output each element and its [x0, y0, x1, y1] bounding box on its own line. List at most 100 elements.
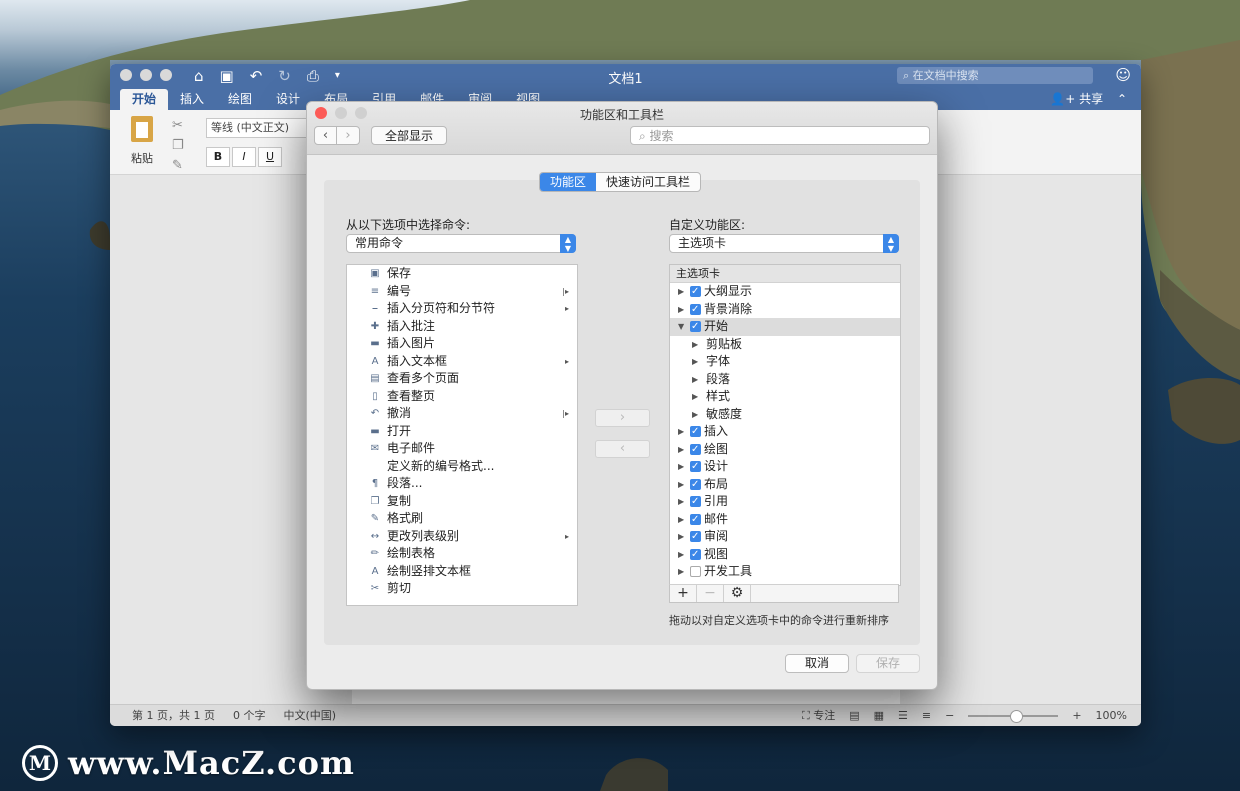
tree-tab-item[interactable]: ▶ 引用 [670, 493, 900, 511]
tree-tab-item[interactable]: ▶ 布局 [670, 476, 900, 494]
paste-button[interactable]: 粘贴 [122, 116, 162, 166]
disclosure-collapsed-icon[interactable]: ▶ [678, 423, 684, 441]
zoom-slider[interactable] [968, 709, 1059, 723]
copy-icon[interactable]: ❐ [172, 136, 184, 156]
disclosure-collapsed-icon[interactable]: ▶ [692, 336, 698, 354]
tab-checkbox[interactable] [690, 318, 701, 336]
tree-tab-item[interactable]: ▶ 背景消除 [670, 301, 900, 319]
tree-tab-item[interactable]: ▶ 设计 [670, 458, 900, 476]
disclosure-collapsed-icon[interactable]: ▶ [678, 493, 684, 511]
tree-group-item[interactable]: ▶ 敏感度 [670, 406, 900, 424]
command-item[interactable]: ▬ 插入图片 [347, 335, 577, 353]
command-item[interactable]: ↶ 撤消 |▸ [347, 405, 577, 423]
tab-home[interactable]: 开始 [120, 89, 169, 110]
save-button[interactable]: 保存 [856, 654, 920, 673]
remove-command-button[interactable]: ‹ [595, 440, 650, 458]
focus-button[interactable]: ⛶ 专注 [802, 705, 835, 726]
disclosure-collapsed-icon[interactable]: ▶ [678, 528, 684, 546]
command-item[interactable]: ¶ 段落... [347, 475, 577, 493]
outline-view-icon[interactable]: ☰ [898, 705, 908, 726]
tab-draw[interactable]: 绘图 [216, 89, 264, 110]
zoom-level[interactable]: 100% [1096, 705, 1127, 726]
zoom-slider-handle[interactable] [1010, 709, 1024, 723]
disclosure-collapsed-icon[interactable]: ▶ [692, 371, 698, 389]
command-item[interactable]: ▬ 打开 [347, 423, 577, 441]
ribbon-tree[interactable]: 主选项卡 ▶ 大纲显示 ▶ 背景消除 ▼ 开始 ▶ 剪贴板 ▶ 字体 ▶ 段落 ▶ 样式 ▶ 敏感度 ▶ 插入 ▶ 绘… [669, 264, 901, 586]
print-layout-icon[interactable]: ▤ [849, 705, 859, 726]
tab-quick-access-toolbar[interactable]: 快速访问工具栏 [596, 173, 700, 191]
web-layout-icon[interactable]: ▦ [874, 705, 884, 726]
draft-view-icon[interactable]: ≡ [922, 705, 931, 726]
command-item[interactable]: ✏ 绘制表格 [347, 545, 577, 563]
preferences-search-input[interactable]: ⌕ 搜索 [630, 126, 930, 145]
tree-tab-item[interactable]: ▶ 审阅 [670, 528, 900, 546]
command-item[interactable]: A 插入文本框 ▸ [347, 353, 577, 371]
tab-checkbox[interactable] [690, 511, 701, 528]
disclosure-expanded-icon[interactable]: ▼ [678, 318, 684, 336]
tab-design[interactable]: 设计 [264, 89, 312, 110]
command-item[interactable]: 定义新的编号格式... [347, 458, 577, 476]
tab-checkbox[interactable] [690, 441, 701, 458]
tree-tab-item[interactable]: ▶ 邮件 [670, 511, 900, 529]
add-tab-button[interactable]: + [670, 585, 697, 602]
share-button[interactable]: 👤+ 共享 ⌃ [1050, 89, 1127, 109]
tab-checkbox[interactable] [690, 528, 701, 546]
disclosure-collapsed-icon[interactable]: ▶ [692, 388, 698, 406]
collapse-ribbon-icon[interactable]: ⌃ [1117, 92, 1127, 106]
commands-source-select[interactable]: 常用命令 ▲ ▼ [346, 234, 576, 253]
format-painter-icon[interactable]: ✎ [172, 156, 184, 176]
disclosure-collapsed-icon[interactable]: ▶ [678, 546, 684, 564]
italic-button[interactable]: I [232, 147, 256, 167]
disclosure-collapsed-icon[interactable]: ▶ [692, 406, 698, 424]
command-item[interactable]: ✂ 剪切 [347, 580, 577, 598]
command-item[interactable]: ▤ 查看多个页面 [347, 370, 577, 388]
command-item[interactable]: A 绘制竖排文本框 [347, 563, 577, 581]
feedback-smiley-icon[interactable]: ☺ [1115, 66, 1131, 84]
command-item[interactable]: ❐ 复制 [347, 493, 577, 511]
font-name-select[interactable]: 等线 (中文正文) [206, 118, 310, 138]
language[interactable]: 中文(中国) [283, 705, 336, 726]
page-count[interactable]: 第 1 页，共 1 页 [132, 705, 215, 726]
tree-tab-item[interactable]: ▶ 插入 [670, 423, 900, 441]
disclosure-collapsed-icon[interactable]: ▶ [678, 511, 684, 529]
cut-icon[interactable]: ✂ [172, 116, 184, 136]
tab-checkbox[interactable] [690, 476, 701, 493]
disclosure-collapsed-icon[interactable]: ▶ [678, 301, 684, 319]
tab-insert[interactable]: 插入 [168, 89, 216, 110]
command-item[interactable]: ▯ 查看整页 [347, 388, 577, 406]
tab-checkbox[interactable] [690, 283, 701, 301]
tree-tab-item[interactable]: ▶ 大纲显示 [670, 283, 900, 301]
forward-icon[interactable]: › [337, 126, 360, 145]
back-icon[interactable]: ‹ [314, 126, 337, 145]
zoom-out-icon[interactable]: − [945, 705, 954, 726]
ribbon-tabs-select[interactable]: 主选项卡 ▲ ▼ [669, 234, 899, 253]
command-item[interactable]: ▣ 保存 [347, 265, 577, 283]
tree-group-item[interactable]: ▶ 剪贴板 [670, 336, 900, 354]
remove-tab-button[interactable]: − [697, 585, 724, 602]
tree-tab-item[interactable]: ▶ 开发工具 [670, 563, 900, 581]
cancel-button[interactable]: 取消 [785, 654, 849, 673]
zoom-in-icon[interactable]: + [1072, 705, 1081, 726]
document-search-input[interactable]: ⌕ 在文档中搜索 [897, 67, 1093, 84]
disclosure-collapsed-icon[interactable]: ▶ [678, 563, 684, 581]
gear-icon[interactable]: ⚙ [724, 585, 751, 602]
tab-checkbox[interactable] [690, 546, 701, 563]
tree-group-item[interactable]: ▶ 样式 [670, 388, 900, 406]
command-item[interactable]: ✉ 电子邮件 [347, 440, 577, 458]
tree-tab-item[interactable]: ▶ 视图 [670, 546, 900, 564]
disclosure-collapsed-icon[interactable]: ▶ [678, 441, 684, 459]
tree-tab-item[interactable]: ▶ 绘图 [670, 441, 900, 459]
underline-button[interactable]: U [258, 147, 282, 167]
tree-group-item[interactable]: ▶ 字体 [670, 353, 900, 371]
disclosure-collapsed-icon[interactable]: ▶ [692, 353, 698, 371]
tab-checkbox[interactable] [690, 566, 701, 577]
tab-checkbox[interactable] [690, 493, 701, 511]
add-command-button[interactable]: › [595, 409, 650, 427]
word-count[interactable]: 0 个字 [233, 705, 266, 726]
tree-tab-item[interactable]: ▼ 开始 [670, 318, 900, 336]
tab-checkbox[interactable] [690, 458, 701, 476]
command-item[interactable]: ≡ 编号 |▸ [347, 283, 577, 301]
command-item[interactable]: ✎ 格式刷 [347, 510, 577, 528]
tree-group-item[interactable]: ▶ 段落 [670, 371, 900, 389]
bold-button[interactable]: B [206, 147, 230, 167]
